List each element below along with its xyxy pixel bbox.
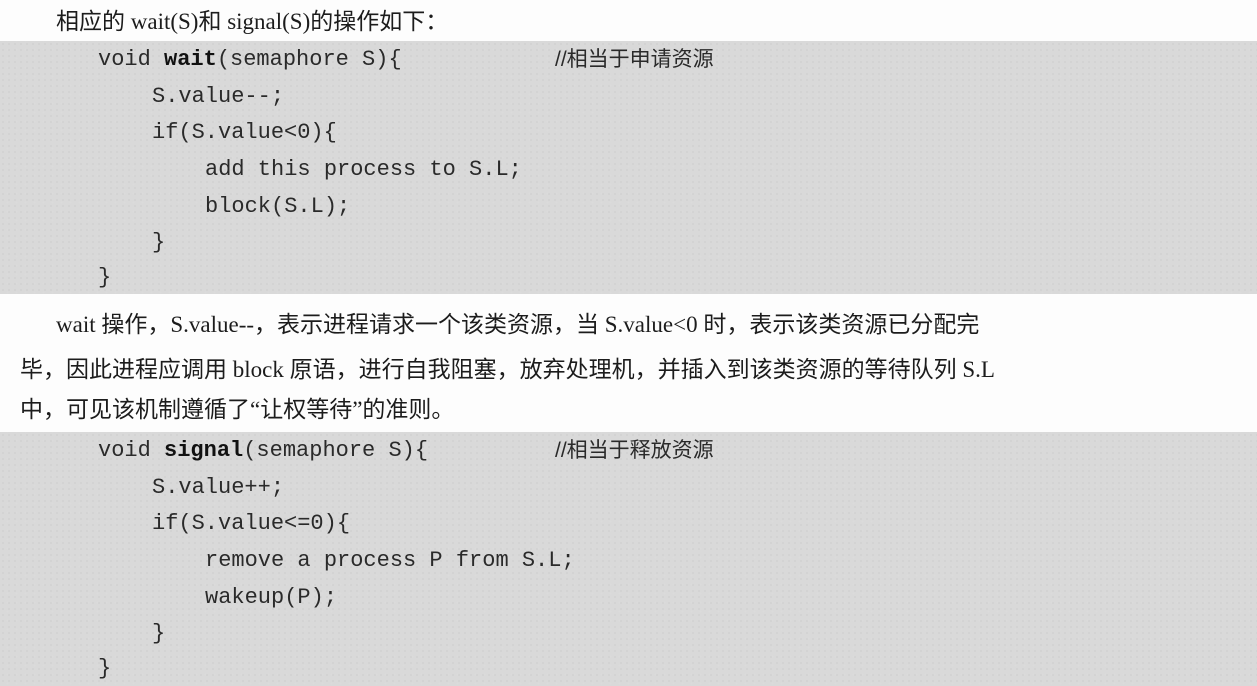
signal-code-block: void signal(semaphore S){ //相当于释放资源 S.va… — [0, 432, 1257, 686]
wait-sig-suffix: (semaphore S){ — [216, 47, 402, 72]
wait-close-brace: } — [98, 265, 112, 290]
signal-close-brace: } — [98, 656, 112, 681]
wait-code-line: S.value--; — [152, 84, 285, 109]
wait-signature: void wait(semaphore S){ — [98, 45, 402, 75]
wait-function-name: wait — [164, 47, 217, 72]
signal-code-line: remove a process P from S.L; — [205, 548, 575, 573]
signal-signature: void signal(semaphore S){ — [98, 436, 428, 466]
wait-code-line: add this process to S.L; — [205, 157, 522, 182]
wait-comment: //相当于申请资源 — [555, 48, 714, 71]
signal-code-line: if(S.value<=0){ — [152, 511, 351, 536]
wait-code-line: if(S.value<0){ — [152, 120, 337, 145]
wait-code-line: block(S.L); — [205, 194, 351, 219]
paragraph-line: wait 操作，S.value--，表示进程请求一个该类资源，当 S.value… — [56, 312, 980, 337]
signal-code-line: wakeup(P); — [205, 585, 338, 610]
wait-sig-prefix: void — [98, 47, 165, 72]
intro-text: 相应的 wait(S)和 signal(S)的操作如下： — [56, 9, 449, 34]
wait-close-brace: } — [152, 230, 166, 255]
signal-sig-suffix: (semaphore S){ — [243, 438, 429, 463]
signal-comment: //相当于释放资源 — [555, 439, 714, 462]
signal-function-name: signal — [164, 438, 244, 463]
signal-code-line: S.value++; — [152, 475, 285, 500]
paragraph-line: 中，可见该机制遵循了“让权等待”的准则。 — [20, 397, 455, 422]
paragraph-line: 毕，因此进程应调用 block 原语，进行自我阻塞，放弃处理机，并插入到该类资源… — [20, 357, 995, 382]
signal-close-brace: } — [152, 621, 166, 646]
document-page: 相应的 wait(S)和 signal(S)的操作如下： void wait(s… — [0, 0, 1257, 686]
wait-code-block: void wait(semaphore S){ //相当于申请资源 S.valu… — [0, 41, 1257, 294]
signal-sig-prefix: void — [98, 438, 165, 463]
